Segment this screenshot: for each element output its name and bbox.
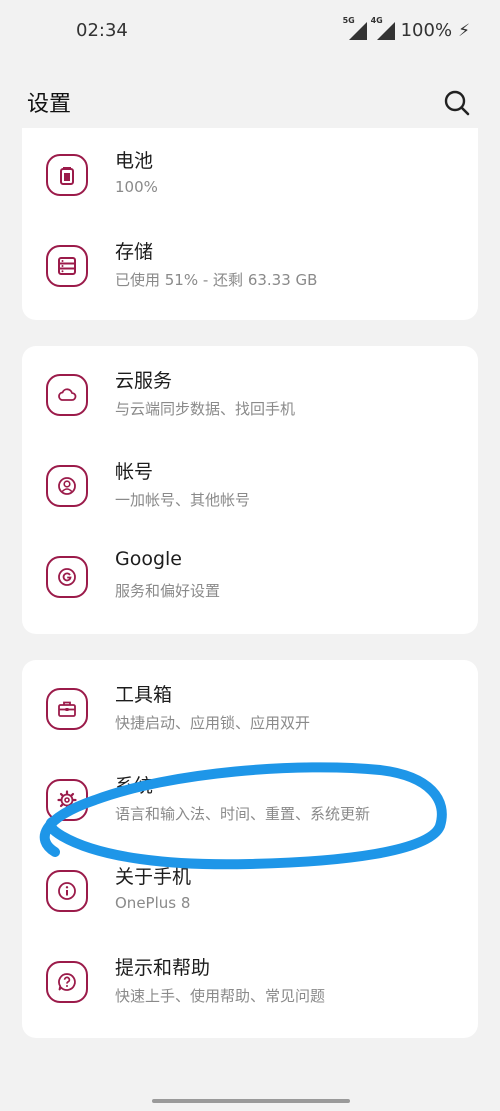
settings-item-cloud[interactable]: 云服务 与云端同步数据、找回手机: [22, 352, 478, 443]
app-bar: 设置: [0, 64, 500, 138]
settings-item-google[interactable]: Google 服务和偏好设置: [22, 534, 478, 625]
battery-icon: [46, 154, 88, 196]
settings-item-subtitle: 快速上手、使用帮助、常见问题: [115, 987, 326, 1005]
settings-item-subtitle: 语言和输入法、时间、重置、系统更新: [115, 805, 371, 823]
system-gear-icon: [46, 779, 88, 821]
settings-item-storage[interactable]: 存储 已使用 51% - 还剩 63.33 GB: [22, 223, 478, 314]
search-button[interactable]: [442, 88, 472, 118]
settings-item-subtitle: 已使用 51% - 还剩 63.33 GB: [115, 271, 318, 289]
settings-item-subtitle: 服务和偏好设置: [115, 582, 221, 600]
google-icon: [46, 556, 88, 598]
toolbox-icon: [46, 688, 88, 730]
signal-4g-icon: 4G: [371, 16, 395, 40]
settings-item-subtitle: OnePlus 8: [115, 894, 191, 912]
settings-item-title: 提示和帮助: [115, 957, 211, 979]
battery-percent: 100%: [400, 20, 453, 41]
settings-item-subtitle: 快捷启动、应用锁、应用双开: [115, 714, 311, 732]
status-indicators: 5G 4G 100% ⚡︎: [343, 16, 470, 42]
settings-item-subtitle: 100%: [115, 178, 158, 196]
settings-item-system[interactable]: 系统 语言和输入法、时间、重置、系统更新: [22, 757, 478, 848]
charging-bolt-icon: ⚡︎: [458, 20, 470, 41]
help-icon: [46, 961, 88, 1003]
settings-item-title: 存储: [115, 241, 154, 263]
settings-card-accounts: 云服务 与云端同步数据、找回手机 帐号 一加帐号、其他帐号 Google 服务和…: [22, 346, 478, 634]
page-title: 设置: [27, 92, 72, 117]
settings-item-account[interactable]: 帐号 一加帐号、其他帐号: [22, 443, 478, 534]
settings-card-device: 电池 100% 存储 已使用 51% - 还剩 63.33 GB: [22, 128, 478, 320]
settings-item-title: 云服务: [115, 370, 173, 392]
settings-item-subtitle: 一加帐号、其他帐号: [115, 491, 251, 509]
storage-icon: [46, 245, 88, 287]
settings-item-title: 电池: [115, 150, 154, 172]
search-icon: [444, 90, 470, 116]
info-icon: [46, 870, 88, 912]
settings-item-subtitle: 与云端同步数据、找回手机: [115, 400, 296, 418]
settings-item-title: 关于手机: [115, 866, 192, 888]
settings-item-tips-help[interactable]: 提示和帮助 快速上手、使用帮助、常见问题: [22, 939, 478, 1030]
settings-item-title: 帐号: [115, 461, 154, 483]
settings-item-battery[interactable]: 电池 100%: [22, 132, 478, 223]
status-bar: 02:34 5G 4G 100% ⚡︎: [0, 0, 500, 64]
settings-item-title: 系统: [115, 775, 154, 797]
account-icon: [46, 465, 88, 507]
settings-item-title: 工具箱: [115, 684, 173, 706]
signal-5g-icon: 5G: [343, 16, 367, 40]
settings-item-about-phone[interactable]: 关于手机 OnePlus 8: [22, 848, 478, 939]
home-indicator[interactable]: [152, 1099, 350, 1103]
settings-item-toolbox[interactable]: 工具箱 快捷启动、应用锁、应用双开: [22, 666, 478, 757]
settings-card-system: 工具箱 快捷启动、应用锁、应用双开 系统 语言和输入法、时间、重置、系统更新 关…: [22, 660, 478, 1038]
settings-item-title: Google: [115, 548, 183, 570]
cloud-icon: [46, 374, 88, 416]
status-time: 02:34: [76, 20, 128, 41]
